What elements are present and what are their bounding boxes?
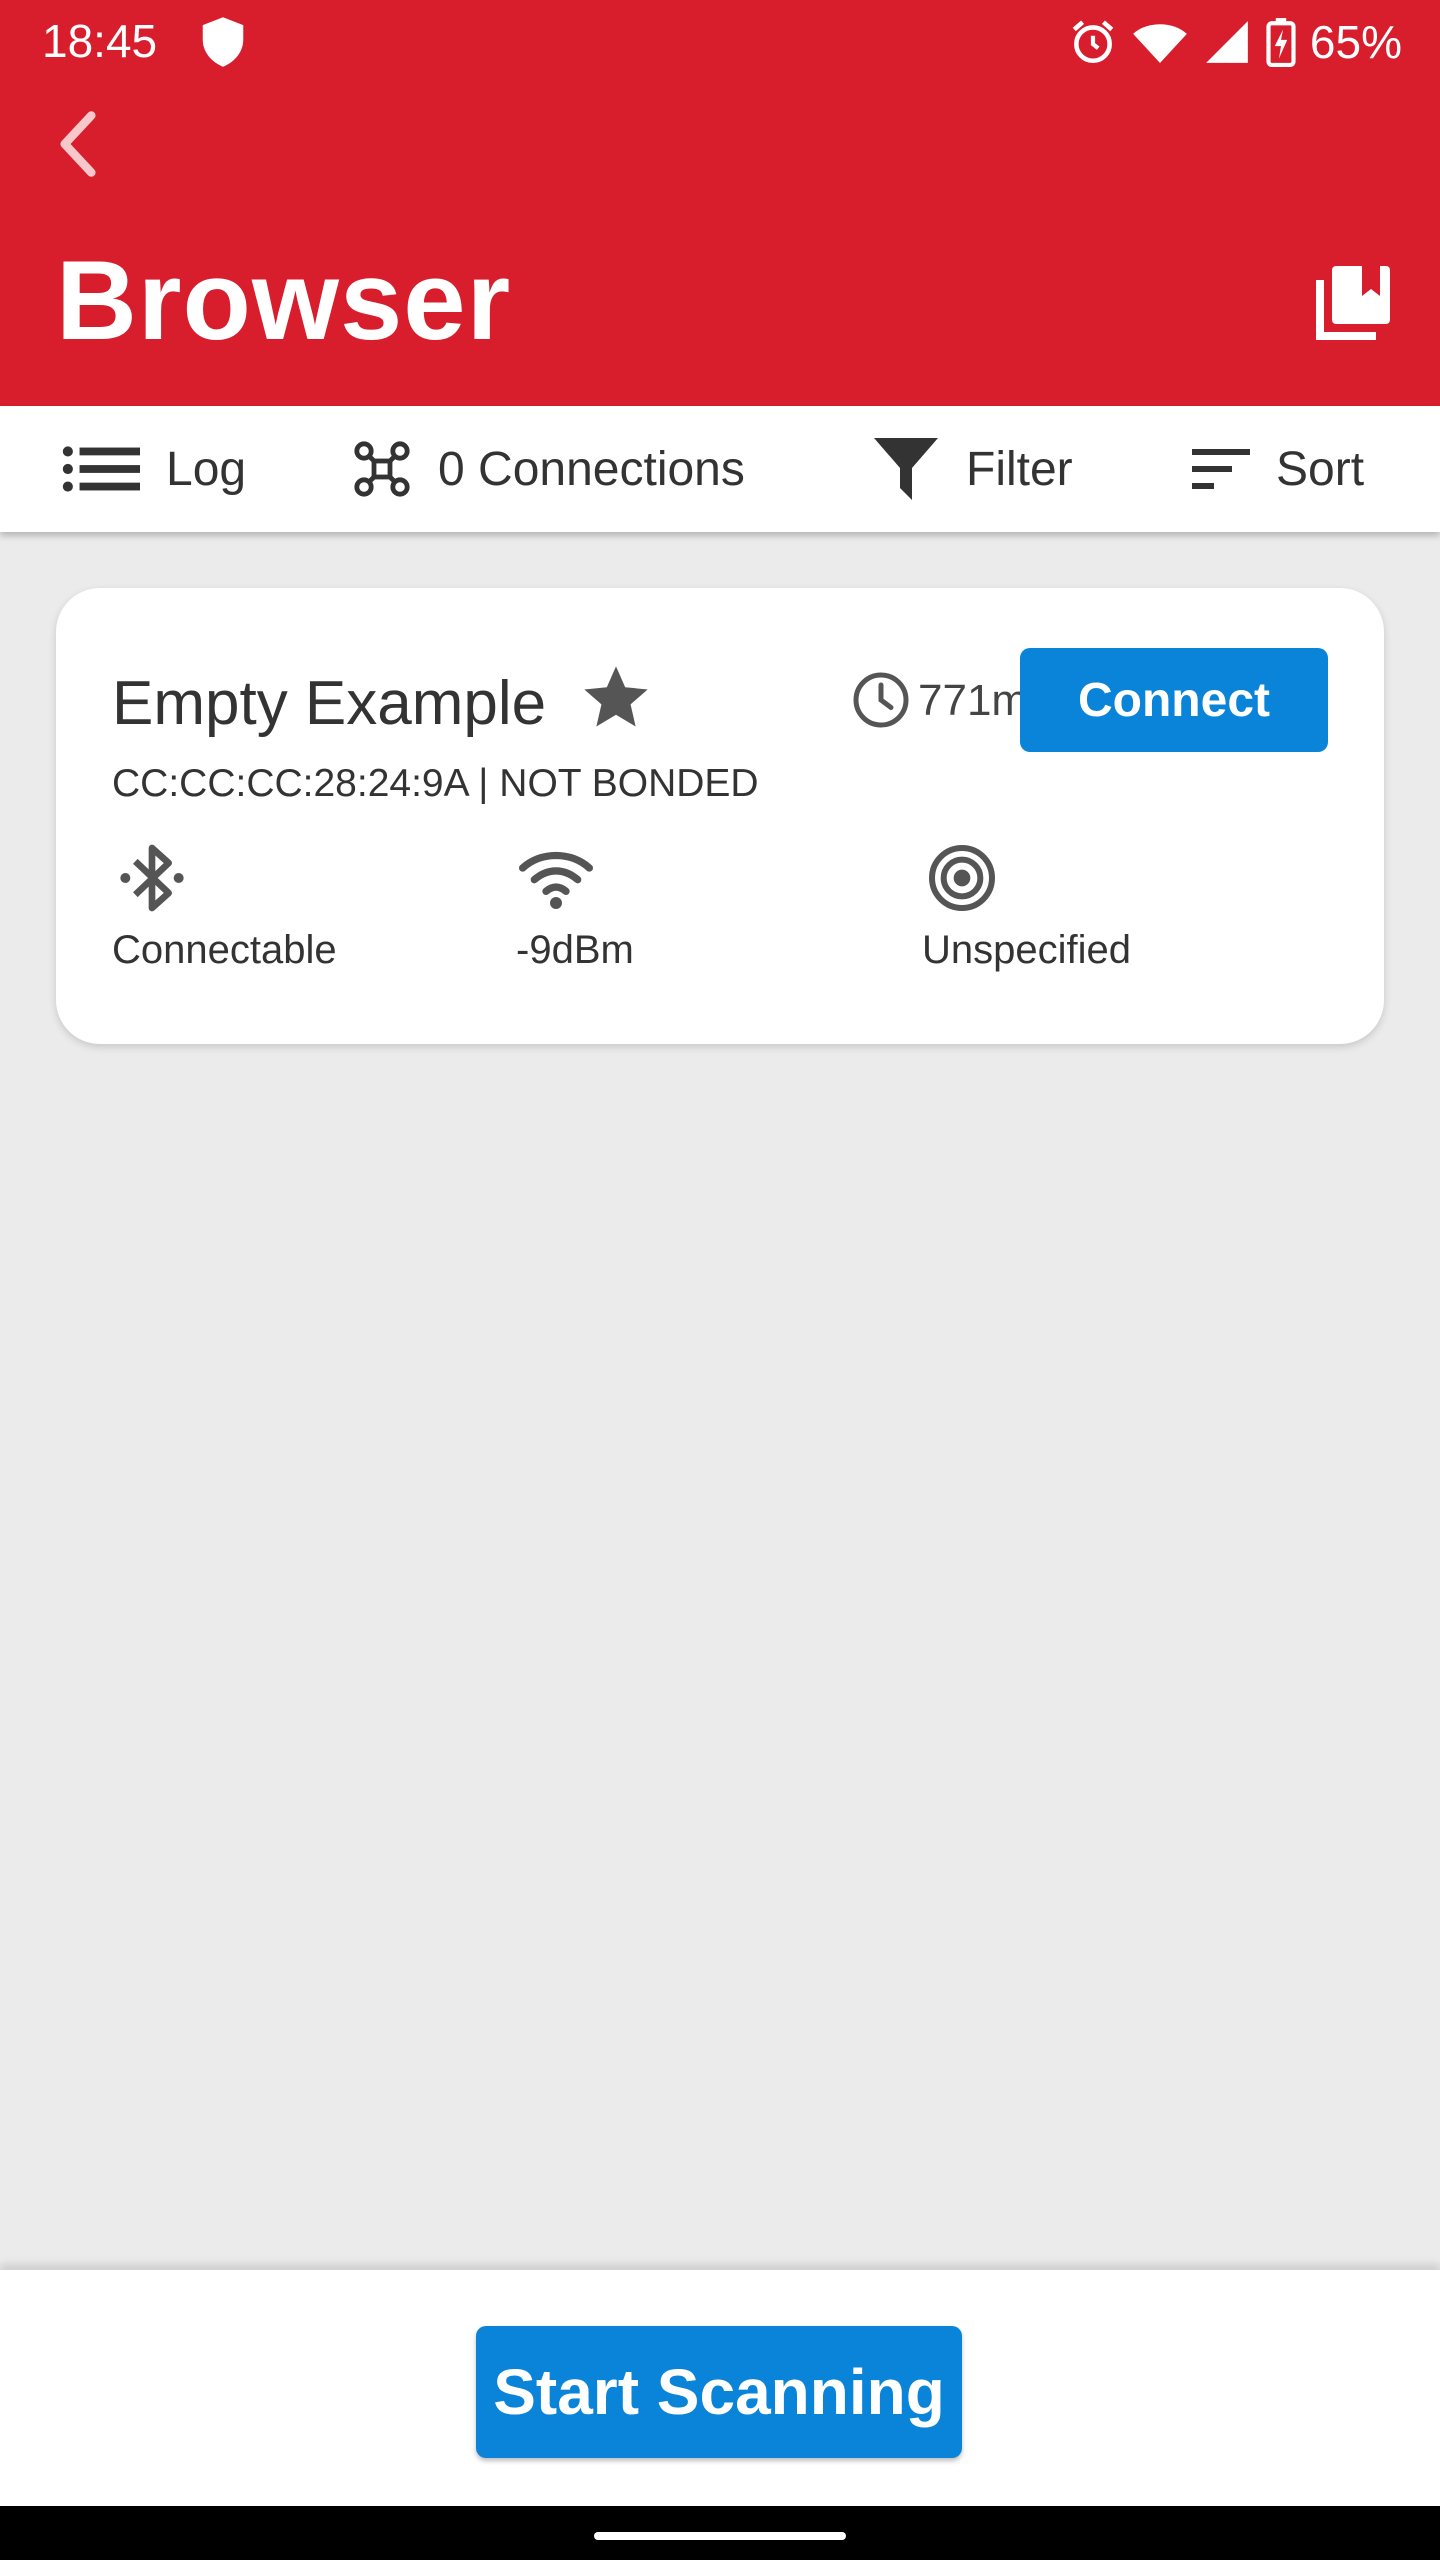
status-bar: 18:45 65%	[0, 0, 1440, 84]
toolbar: Log 0 Connections Filter Sort	[0, 406, 1440, 532]
bottom-bar: Start Scanning	[0, 2270, 1440, 2506]
start-scanning-button[interactable]: Start Scanning	[476, 2326, 962, 2458]
connect-button[interactable]: Connect	[1020, 648, 1328, 752]
filter-label: Filter	[966, 442, 1073, 496]
status-time: 18:45	[42, 15, 158, 67]
connections-button[interactable]: 0 Connections	[352, 406, 745, 532]
system-nav-bar	[0, 2506, 1440, 2560]
chevron-left-icon[interactable]	[48, 106, 108, 182]
sort-label: Sort	[1276, 442, 1365, 496]
connectable-label: Connectable	[112, 928, 337, 972]
log-label: Log	[166, 442, 247, 496]
wifi-signal-icon	[519, 851, 593, 909]
rssi-info: -9dBm	[516, 838, 776, 973]
alarm-icon	[1072, 20, 1114, 64]
filter-icon	[874, 438, 938, 500]
connectable-info: Connectable	[112, 838, 372, 973]
connections-label: 0 Connections	[438, 442, 745, 496]
status-icons: 65%	[1068, 12, 1402, 72]
page-title: Browser	[56, 238, 512, 363]
device-card[interactable]: Empty Example 771ms Connect CC:CC:CC:28:…	[56, 588, 1384, 1044]
shield-icon	[202, 17, 244, 67]
sort-button[interactable]: Sort	[1192, 406, 1364, 532]
signal-icon	[1206, 21, 1248, 63]
bookmarks-icon[interactable]	[1314, 262, 1394, 342]
list-icon	[62, 446, 140, 492]
home-handle[interactable]	[594, 2532, 846, 2540]
connections-icon	[354, 441, 410, 497]
battery-charging-icon	[1266, 18, 1296, 67]
device-type-info: Unspecified	[922, 838, 1182, 973]
star-icon[interactable]	[578, 660, 654, 736]
app-bar: Browser	[0, 84, 1440, 406]
device-type-label: Unspecified	[922, 928, 1132, 972]
wifi-icon	[1133, 24, 1187, 63]
device-address: CC:CC:CC:28:24:9A | NOT BONDED	[112, 762, 759, 805]
rssi-label: -9dBm	[516, 928, 634, 972]
broadcast-icon	[929, 845, 995, 911]
sort-icon	[1192, 449, 1250, 489]
filter-button[interactable]: Filter	[872, 406, 1073, 532]
clock-icon	[853, 672, 909, 728]
bluetooth-icon	[120, 844, 184, 912]
battery-percent: 65%	[1309, 16, 1402, 68]
log-button[interactable]: Log	[62, 406, 246, 532]
device-name: Empty Example	[112, 669, 547, 738]
